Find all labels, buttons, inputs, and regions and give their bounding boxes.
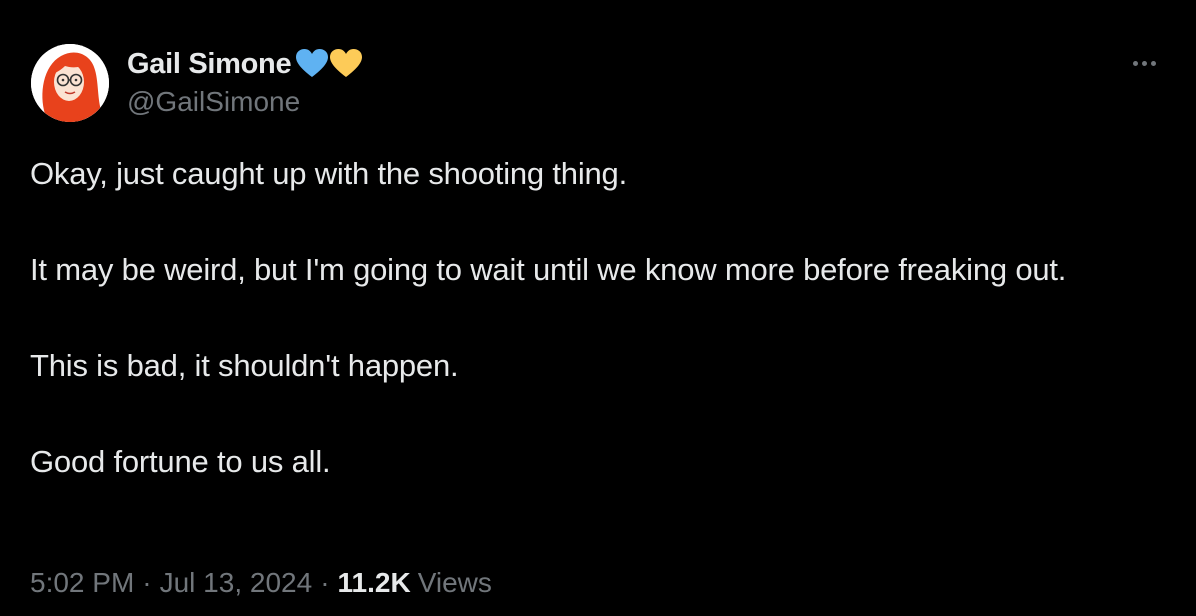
- meta-separator: ·: [320, 567, 330, 598]
- views-count: 11.2K: [337, 567, 411, 598]
- tweet-card: Gail Simone @GailSimone Okay, just caugh…: [0, 0, 1196, 616]
- author-name[interactable]: Gail Simone: [127, 48, 292, 81]
- more-dot-icon: [1132, 60, 1138, 66]
- avatar-redhead-icon: [31, 44, 109, 122]
- meta-separator: ·: [142, 567, 152, 598]
- author-handle[interactable]: @GailSimone: [127, 86, 300, 118]
- more-dot-icon: [1150, 60, 1156, 66]
- tweet-date[interactable]: Jul 13, 2024: [160, 567, 313, 599]
- more-options-button[interactable]: [1124, 50, 1164, 76]
- yellow-heart-icon: [330, 49, 363, 77]
- views-label: Views: [417, 567, 492, 598]
- tweet-paragraph: It may be weird, but I'm going to wait u…: [30, 252, 1067, 287]
- avatar[interactable]: [31, 44, 109, 122]
- tweet-paragraph: Okay, just caught up with the shooting t…: [30, 156, 628, 191]
- author-name-row: Gail Simone: [127, 44, 363, 84]
- blue-heart-icon: [296, 49, 329, 77]
- more-dot-icon: [1141, 60, 1147, 66]
- tweet-meta: 5:02 PM · Jul 13, 2024 · 11.2K Views: [30, 567, 492, 599]
- tweet-paragraph: This is bad, it shouldn't happen.: [30, 348, 459, 383]
- tweet-time[interactable]: 5:02 PM: [30, 567, 134, 599]
- tweet-text: Okay, just caught up with the shooting t…: [30, 150, 1170, 486]
- tweet-paragraph: Good fortune to us all.: [30, 444, 331, 479]
